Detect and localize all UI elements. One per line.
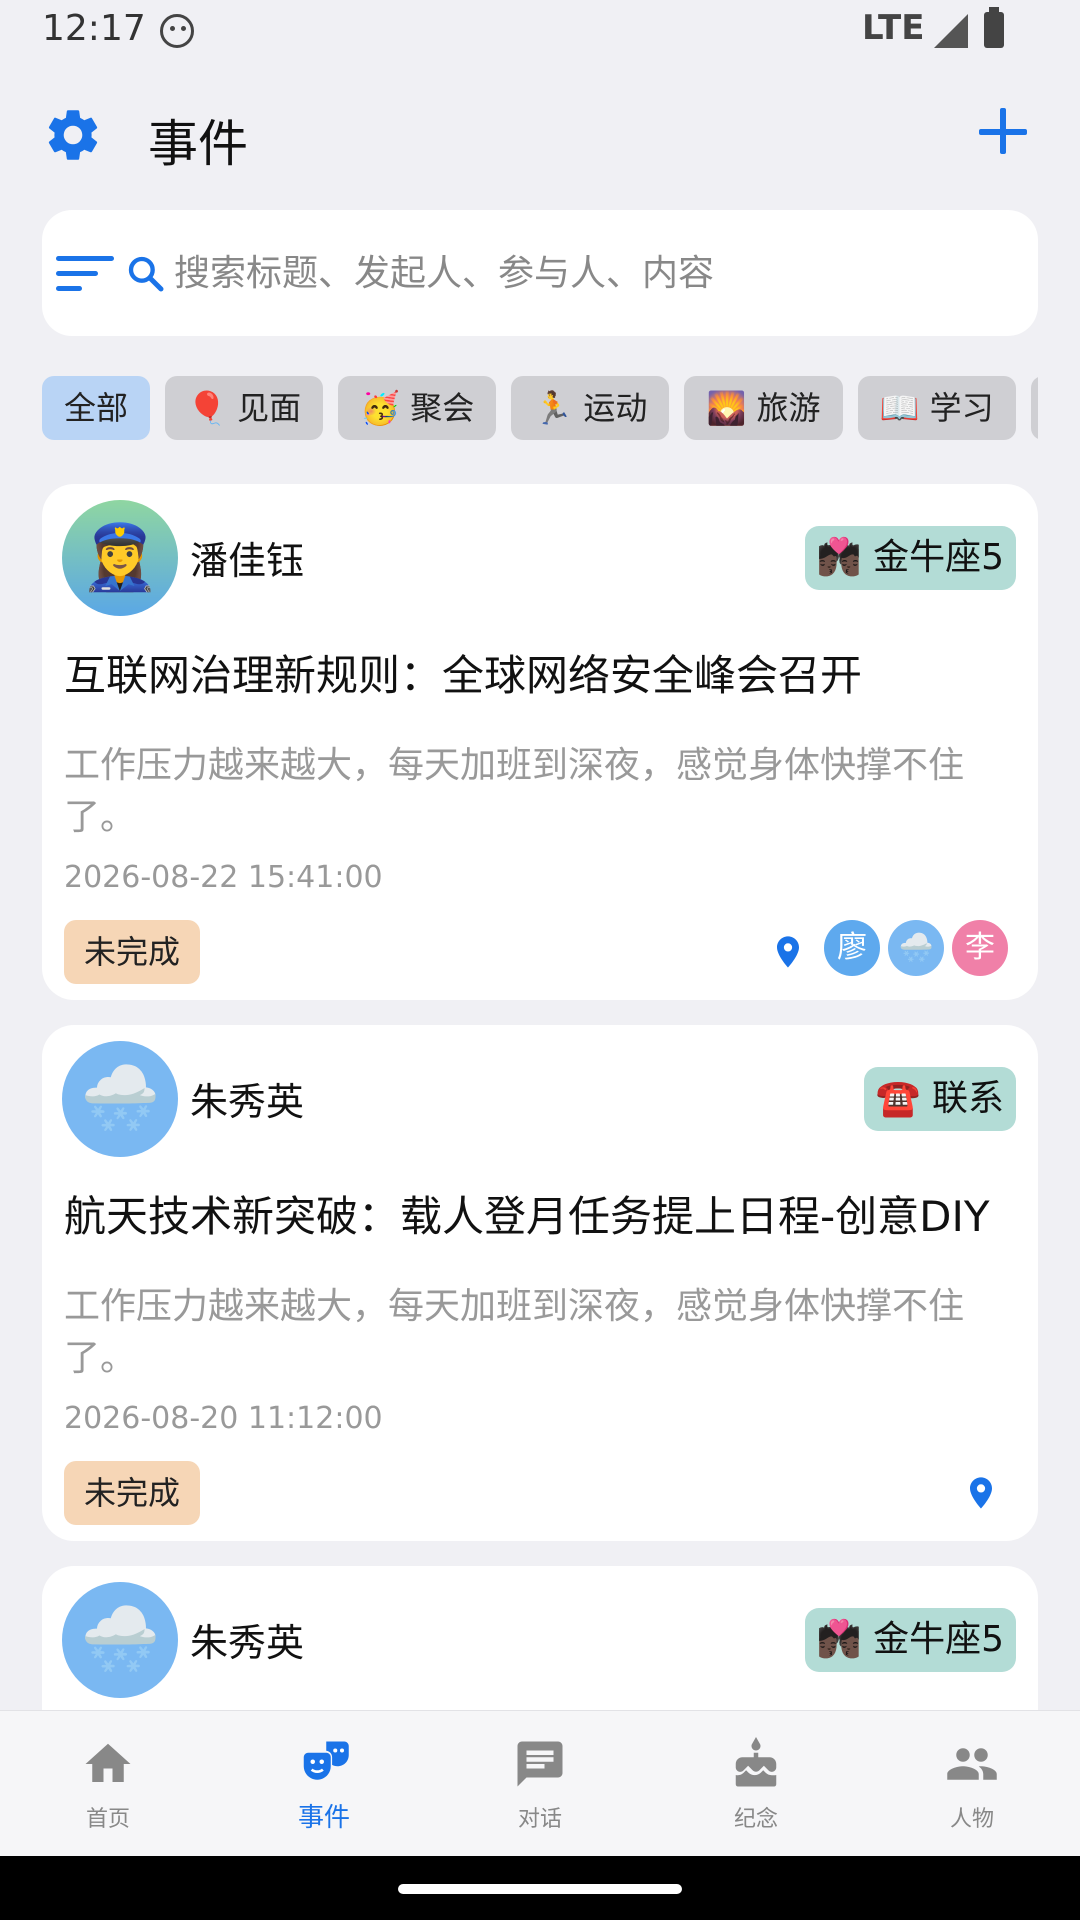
category-tag: 💏🏿 金牛座5	[804, 526, 1016, 590]
status-bar: 12:17 LTE	[0, 0, 1080, 64]
search-icon	[128, 256, 164, 292]
event-date: 2026-08-20 11:12:00	[64, 1401, 383, 1436]
nav-events[interactable]: 事件	[249, 1737, 399, 1847]
nav-home[interactable]: 首页	[33, 1737, 183, 1847]
home-gesture-handle[interactable]	[398, 1884, 682, 1894]
signal-icon	[934, 14, 968, 48]
author-name: 朱秀英	[190, 1621, 305, 1665]
nav-label: 人物	[949, 1807, 994, 1832]
category-filter: 全部 🎈 见面 🥳 聚会 🏃 运动 🌄 旅游 📖 学习 💼	[42, 376, 1038, 444]
status-badge: 未完成	[64, 1461, 201, 1525]
nav-label: 事件	[297, 1803, 350, 1833]
add-event-button[interactable]	[972, 104, 1032, 164]
filter-icon[interactable]	[56, 254, 114, 294]
event-card[interactable]: 👮‍♀️ 潘佳钰 💏🏿 金牛座5 互联网治理新规则：全球网络安全峰会召开 工作压…	[42, 484, 1038, 1000]
status-time: 12:17	[42, 8, 146, 49]
cake-icon	[735, 1737, 777, 1787]
nav-people[interactable]: 人物	[897, 1737, 1047, 1847]
event-title: 航天技术新突破：载人登月任务提上日程-创意DIY	[64, 1192, 990, 1241]
location-pin-icon	[970, 1477, 992, 1509]
chip-all[interactable]: 全部	[42, 376, 151, 440]
event-card[interactable]: 🌨️ 朱秀英 💏🏿 金牛座5	[42, 1566, 1038, 1710]
category-tag: ☎️ 联系	[863, 1067, 1016, 1131]
participant-avatar: 🌨️	[888, 920, 944, 976]
chip-party[interactable]: 🥳 聚会	[338, 376, 497, 440]
gesture-bar	[0, 1856, 1080, 1920]
search-input[interactable]	[172, 240, 996, 306]
search-bar	[42, 210, 1038, 336]
chip-meet[interactable]: 🎈 见面	[165, 376, 324, 440]
event-date: 2026-08-22 15:41:00	[64, 860, 383, 895]
nav-label: 对话	[517, 1807, 562, 1832]
people-icon	[947, 1748, 997, 1780]
participant-avatar: 廖	[824, 920, 880, 976]
event-content: 工作压力越来越大，每天加班到深夜，感觉身体快撑不住了。	[64, 745, 965, 838]
nav-chat[interactable]: 对话	[465, 1737, 615, 1847]
nav-anniversary[interactable]: 纪念	[681, 1737, 831, 1847]
nav-label: 首页	[85, 1807, 130, 1832]
network-label: LTE	[862, 8, 925, 48]
gear-icon[interactable]	[42, 104, 104, 166]
cat-icon	[160, 14, 194, 48]
home-icon	[85, 1743, 131, 1782]
chip-study[interactable]: 📖 学习	[857, 376, 1016, 440]
location-pin-icon	[777, 936, 799, 968]
status-badge: 未完成	[64, 920, 201, 984]
author-name: 潘佳钰	[190, 539, 305, 583]
event-title: 互联网治理新规则：全球网络安全峰会召开	[64, 651, 863, 700]
page-title: 事件	[148, 115, 248, 173]
avatar: 🌨️	[62, 1582, 178, 1698]
avatar: 🌨️	[62, 1041, 178, 1157]
nav-label: 纪念	[733, 1807, 778, 1832]
author-name: 朱秀英	[190, 1080, 305, 1124]
battery-icon	[984, 7, 1004, 48]
chat-icon	[517, 1741, 563, 1787]
avatar: 👮‍♀️	[62, 500, 178, 616]
chip-sport[interactable]: 🏃 运动	[511, 376, 670, 440]
event-content: 工作压力越来越大，每天加班到深夜，感觉身体快撑不住了。	[64, 1286, 965, 1379]
participant-avatar: 李	[952, 920, 1008, 976]
chip-travel[interactable]: 🌄 旅游	[684, 376, 843, 440]
event-card[interactable]: 🌨️ 朱秀英 ☎️ 联系 航天技术新突破：载人登月任务提上日程-创意DIY 工作…	[42, 1025, 1038, 1541]
events-icon	[303, 1741, 349, 1780]
app-header: 事件	[0, 96, 1080, 184]
bottom-nav: 首页 事件 对话 纪念 人物	[0, 1710, 1080, 1857]
category-tag: 💏🏿 金牛座5	[804, 1608, 1016, 1672]
chip-work[interactable]: 💼	[1030, 376, 1038, 440]
